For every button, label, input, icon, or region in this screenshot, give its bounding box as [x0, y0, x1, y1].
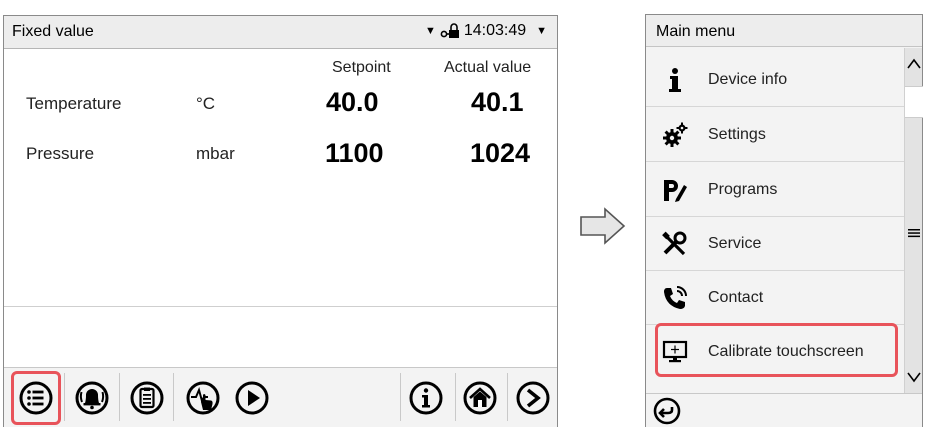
next-arrow-icon[interactable]: [515, 380, 551, 416]
menu-item-label: Service: [708, 235, 762, 252]
status-area[interactable]: ▼ 14:03:49 ▼: [425, 22, 547, 40]
menu-item-label: Device info: [708, 71, 788, 88]
menu-item-device-info[interactable]: Device info: [646, 53, 904, 107]
dropdown-triangle-icon[interactable]: ▼: [536, 25, 547, 37]
gears-icon: [663, 122, 688, 147]
temperature-actual-value: 40.1: [471, 87, 524, 117]
toolbar-separator: [400, 373, 401, 421]
temperature-setpoint[interactable]: 40.0: [326, 87, 379, 118]
screen-header: Fixed value ▼ 14:03:49 ▼: [4, 16, 557, 49]
menu-item-contact[interactable]: Contact: [646, 271, 904, 325]
pressure-unit: mbar: [196, 144, 235, 163]
toolbar-separator: [64, 373, 65, 421]
scroll-up-icon[interactable]: [907, 58, 921, 70]
menu-item-settings[interactable]: Settings: [646, 108, 904, 162]
service-tools-icon: [662, 231, 687, 256]
lock-key-icon: [440, 23, 459, 38]
temperature-label: Temperature: [26, 94, 122, 113]
menu-list-icon[interactable]: [18, 380, 54, 416]
info-icon[interactable]: [408, 380, 444, 416]
page-title: Fixed value: [12, 23, 94, 40]
menu-scrollbar[interactable]: [904, 48, 923, 393]
programs-icon: [664, 180, 687, 202]
menu-item-programs[interactable]: Programs: [646, 163, 904, 217]
menu-title: Main menu: [656, 23, 736, 40]
toolbar-separator: [455, 373, 456, 421]
alarm-bell-icon[interactable]: [74, 380, 110, 416]
dropdown-triangle-icon[interactable]: ▼: [425, 25, 436, 37]
menu-item-label: Programs: [708, 181, 778, 198]
controller-main-screen: Fixed value ▼ 14:03:49 ▼ Setpoint Actual…: [3, 15, 558, 427]
menu-item-service[interactable]: Service: [646, 217, 904, 271]
main-menu-screen: Main menu Device info Settings Programs …: [645, 14, 923, 427]
play-icon[interactable]: [234, 380, 270, 416]
screen-header: Main menu: [646, 15, 922, 47]
toolbar-separator: [173, 373, 174, 421]
clock-time: 14:03:49: [463, 22, 527, 39]
menu-item-label: Contact: [708, 289, 764, 306]
scroll-thumb[interactable]: [905, 86, 923, 118]
clipboard-icon[interactable]: [129, 380, 165, 416]
home-icon[interactable]: [462, 380, 498, 416]
divider: [4, 306, 557, 307]
user-mode-hand-icon[interactable]: [185, 380, 221, 416]
info-i-icon: [669, 68, 681, 92]
scroll-down-icon[interactable]: [907, 371, 921, 383]
temperature-unit: °C: [196, 94, 216, 113]
transition-arrow-icon: [580, 207, 626, 245]
bottom-bar: [646, 393, 922, 427]
pressure-label: Pressure: [26, 144, 95, 163]
back-arrow-icon[interactable]: [653, 397, 681, 425]
toolbar-separator: [507, 373, 508, 421]
scroll-handle-icon[interactable]: [907, 228, 921, 238]
actual-value-column-header: Actual value: [444, 59, 532, 76]
phone-icon: [664, 286, 687, 309]
pressure-setpoint[interactable]: 1100: [325, 138, 384, 169]
pressure-actual-value: 1024: [470, 138, 531, 168]
highlight-frame: [655, 323, 898, 377]
toolbar-separator: [119, 373, 120, 421]
setpoint-column-header: Setpoint: [332, 59, 391, 76]
menu-item-label: Settings: [708, 126, 766, 143]
